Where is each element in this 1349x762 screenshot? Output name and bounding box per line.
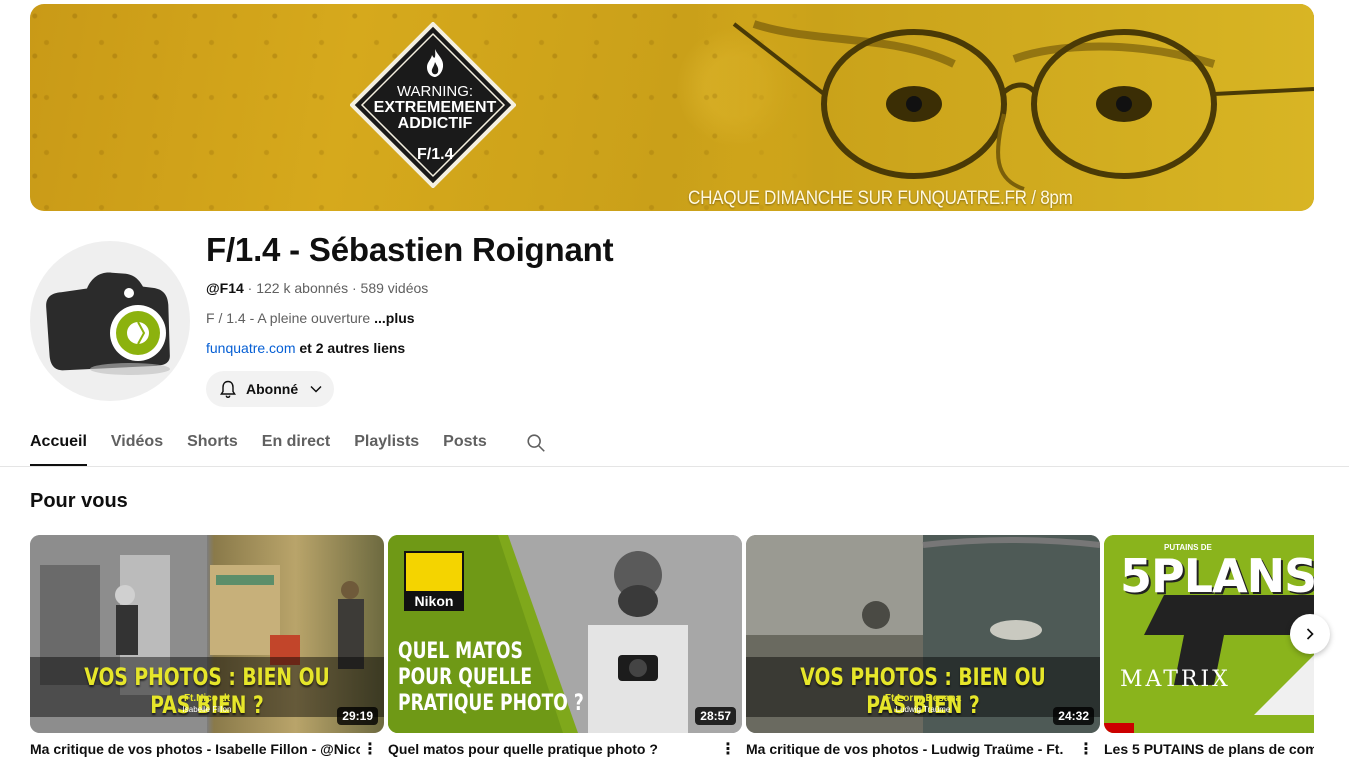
subscribed-label: Abonné	[246, 381, 299, 397]
thumbnail-line-1: QUEL MATOS	[398, 639, 523, 664]
warning-line-2: EXTREMEMENT	[373, 99, 497, 116]
more-actions-icon[interactable]: ⋮	[362, 739, 378, 759]
meta-separator: ·	[351, 280, 361, 296]
channel-description[interactable]: F / 1.4 - A pleine ouverture ...plus	[206, 310, 415, 326]
camera-logo-icon	[46, 272, 170, 375]
banner-logo: F/1.4	[417, 146, 454, 163]
video-title[interactable]: Les 5 PUTAINS de plans de comic	[1104, 741, 1314, 757]
video-thumbnail[interactable]: VOS PHOTOS : BIEN OU PAS BIEN ? Ft.Lorry…	[746, 535, 1100, 733]
tab-accueil[interactable]: Accueil	[30, 424, 87, 466]
thumbnail-word: MATRIX	[1120, 667, 1231, 692]
section-title: Pour vous	[30, 490, 128, 512]
warning-text: WARNING: EXTREMEMENT ADDICTIF	[350, 84, 520, 132]
video-title[interactable]: Quel matos pour quelle pratique photo ?	[388, 741, 718, 757]
thumbnail-subtitle: Ft.Nico dt	[183, 693, 231, 704]
glasses-portrait-image	[694, 4, 1314, 211]
description-text: F / 1.4 - A pleine ouverture	[206, 310, 375, 326]
thumbnail-line-3: PRATIQUE PHOTO ?	[398, 691, 584, 716]
video-count: 589 vidéos	[360, 280, 429, 296]
channel-avatar[interactable]	[30, 241, 190, 401]
tab-videos[interactable]: Vidéos	[111, 424, 163, 466]
thumbnail-big-text: 5PLANS	[1120, 549, 1314, 603]
channel-search-button[interactable]	[525, 424, 547, 459]
warning-line-3: ADDICTIF	[397, 115, 473, 132]
channel-handle: @F14	[206, 280, 244, 296]
bell-icon	[220, 380, 236, 399]
channel-banner: WARNING: EXTREMEMENT ADDICTIF F/1.4 CHAQ…	[30, 4, 1314, 211]
channel-link-more[interactable]: et 2 autres liens	[296, 340, 405, 356]
nikon-logo-text: Nikon	[406, 591, 462, 611]
meta-separator: ·	[247, 280, 257, 296]
channel-links[interactable]: funquatre.com et 2 autres liens	[206, 340, 405, 356]
flame-icon	[427, 49, 444, 77]
video-title[interactable]: Ma critique de vos photos - Ludwig Traüm…	[746, 741, 1076, 757]
thumbnail-headline: QUEL MATOS POUR QUELLE PRATIQUE PHOTO ?	[398, 639, 584, 717]
subscribed-button[interactable]: Abonné	[206, 371, 334, 407]
description-more-link[interactable]: ...plus	[374, 310, 414, 326]
video-duration: 28:57	[695, 707, 736, 725]
thumbnail-caption: Isabelle Fillon	[182, 705, 232, 714]
tab-posts[interactable]: Posts	[443, 424, 487, 466]
video-card[interactable]: VOS PHOTOS : BIEN OU PAS BIEN ? Ft.Lorry…	[746, 535, 1100, 758]
more-actions-icon[interactable]: ⋮	[720, 739, 736, 759]
video-thumbnail[interactable]: Nikon QUEL MATOS POUR QUELLE PRATIQUE PH…	[388, 535, 742, 733]
video-card[interactable]: VOS PHOTOS : BIEN OU PAS BIEN ? Ft.Nico …	[30, 535, 384, 758]
video-card[interactable]: Nikon QUEL MATOS POUR QUELLE PRATIQUE PH…	[388, 535, 742, 758]
tabs-divider	[0, 466, 1349, 467]
banner-caption: CHAQUE DIMANCHE SUR FUNQUATRE.FR / 8pm	[688, 188, 1073, 209]
nikon-logo: Nikon	[404, 551, 464, 611]
chevron-right-icon	[1306, 628, 1314, 640]
thumbnail-line-2: POUR QUELLE	[398, 665, 533, 690]
video-duration: 29:19	[337, 707, 378, 725]
thumbnail-subtitle: Ft.Lorry Besana	[884, 693, 962, 704]
tab-shorts[interactable]: Shorts	[187, 424, 238, 466]
search-icon	[527, 434, 545, 452]
subscriber-count: 122 k abonnés	[256, 280, 349, 296]
channel-name: F/1.4 - Sébastien Roignant	[206, 231, 614, 268]
channel-tabs: Accueil Vidéos Shorts En direct Playlist…	[30, 424, 547, 466]
video-card[interactable]: PUTAINS DE 5PLANS MATRIX Les 5 PUTAINS d…	[1104, 535, 1314, 757]
video-duration: 24:32	[1053, 707, 1094, 725]
video-thumbnail[interactable]: PUTAINS DE 5PLANS MATRIX	[1104, 535, 1314, 733]
channel-link-main[interactable]: funquatre.com	[206, 340, 296, 356]
tab-playlists[interactable]: Playlists	[354, 424, 419, 466]
video-title[interactable]: Ma critique de vos photos - Isabelle Fil…	[30, 741, 360, 757]
chevron-down-icon	[310, 385, 322, 393]
video-thumbnail[interactable]: VOS PHOTOS : BIEN OU PAS BIEN ? Ft.Nico …	[30, 535, 384, 733]
more-actions-icon[interactable]: ⋮	[1078, 739, 1094, 759]
channel-meta: @F14 · 122 k abonnés · 589 vidéos	[206, 280, 428, 296]
carousel-next-button[interactable]	[1290, 614, 1330, 654]
thumbnail-caption: Ludwig Traüme	[895, 705, 951, 714]
warning-line-1: WARNING:	[396, 83, 474, 100]
tab-en-direct[interactable]: En direct	[262, 424, 330, 466]
